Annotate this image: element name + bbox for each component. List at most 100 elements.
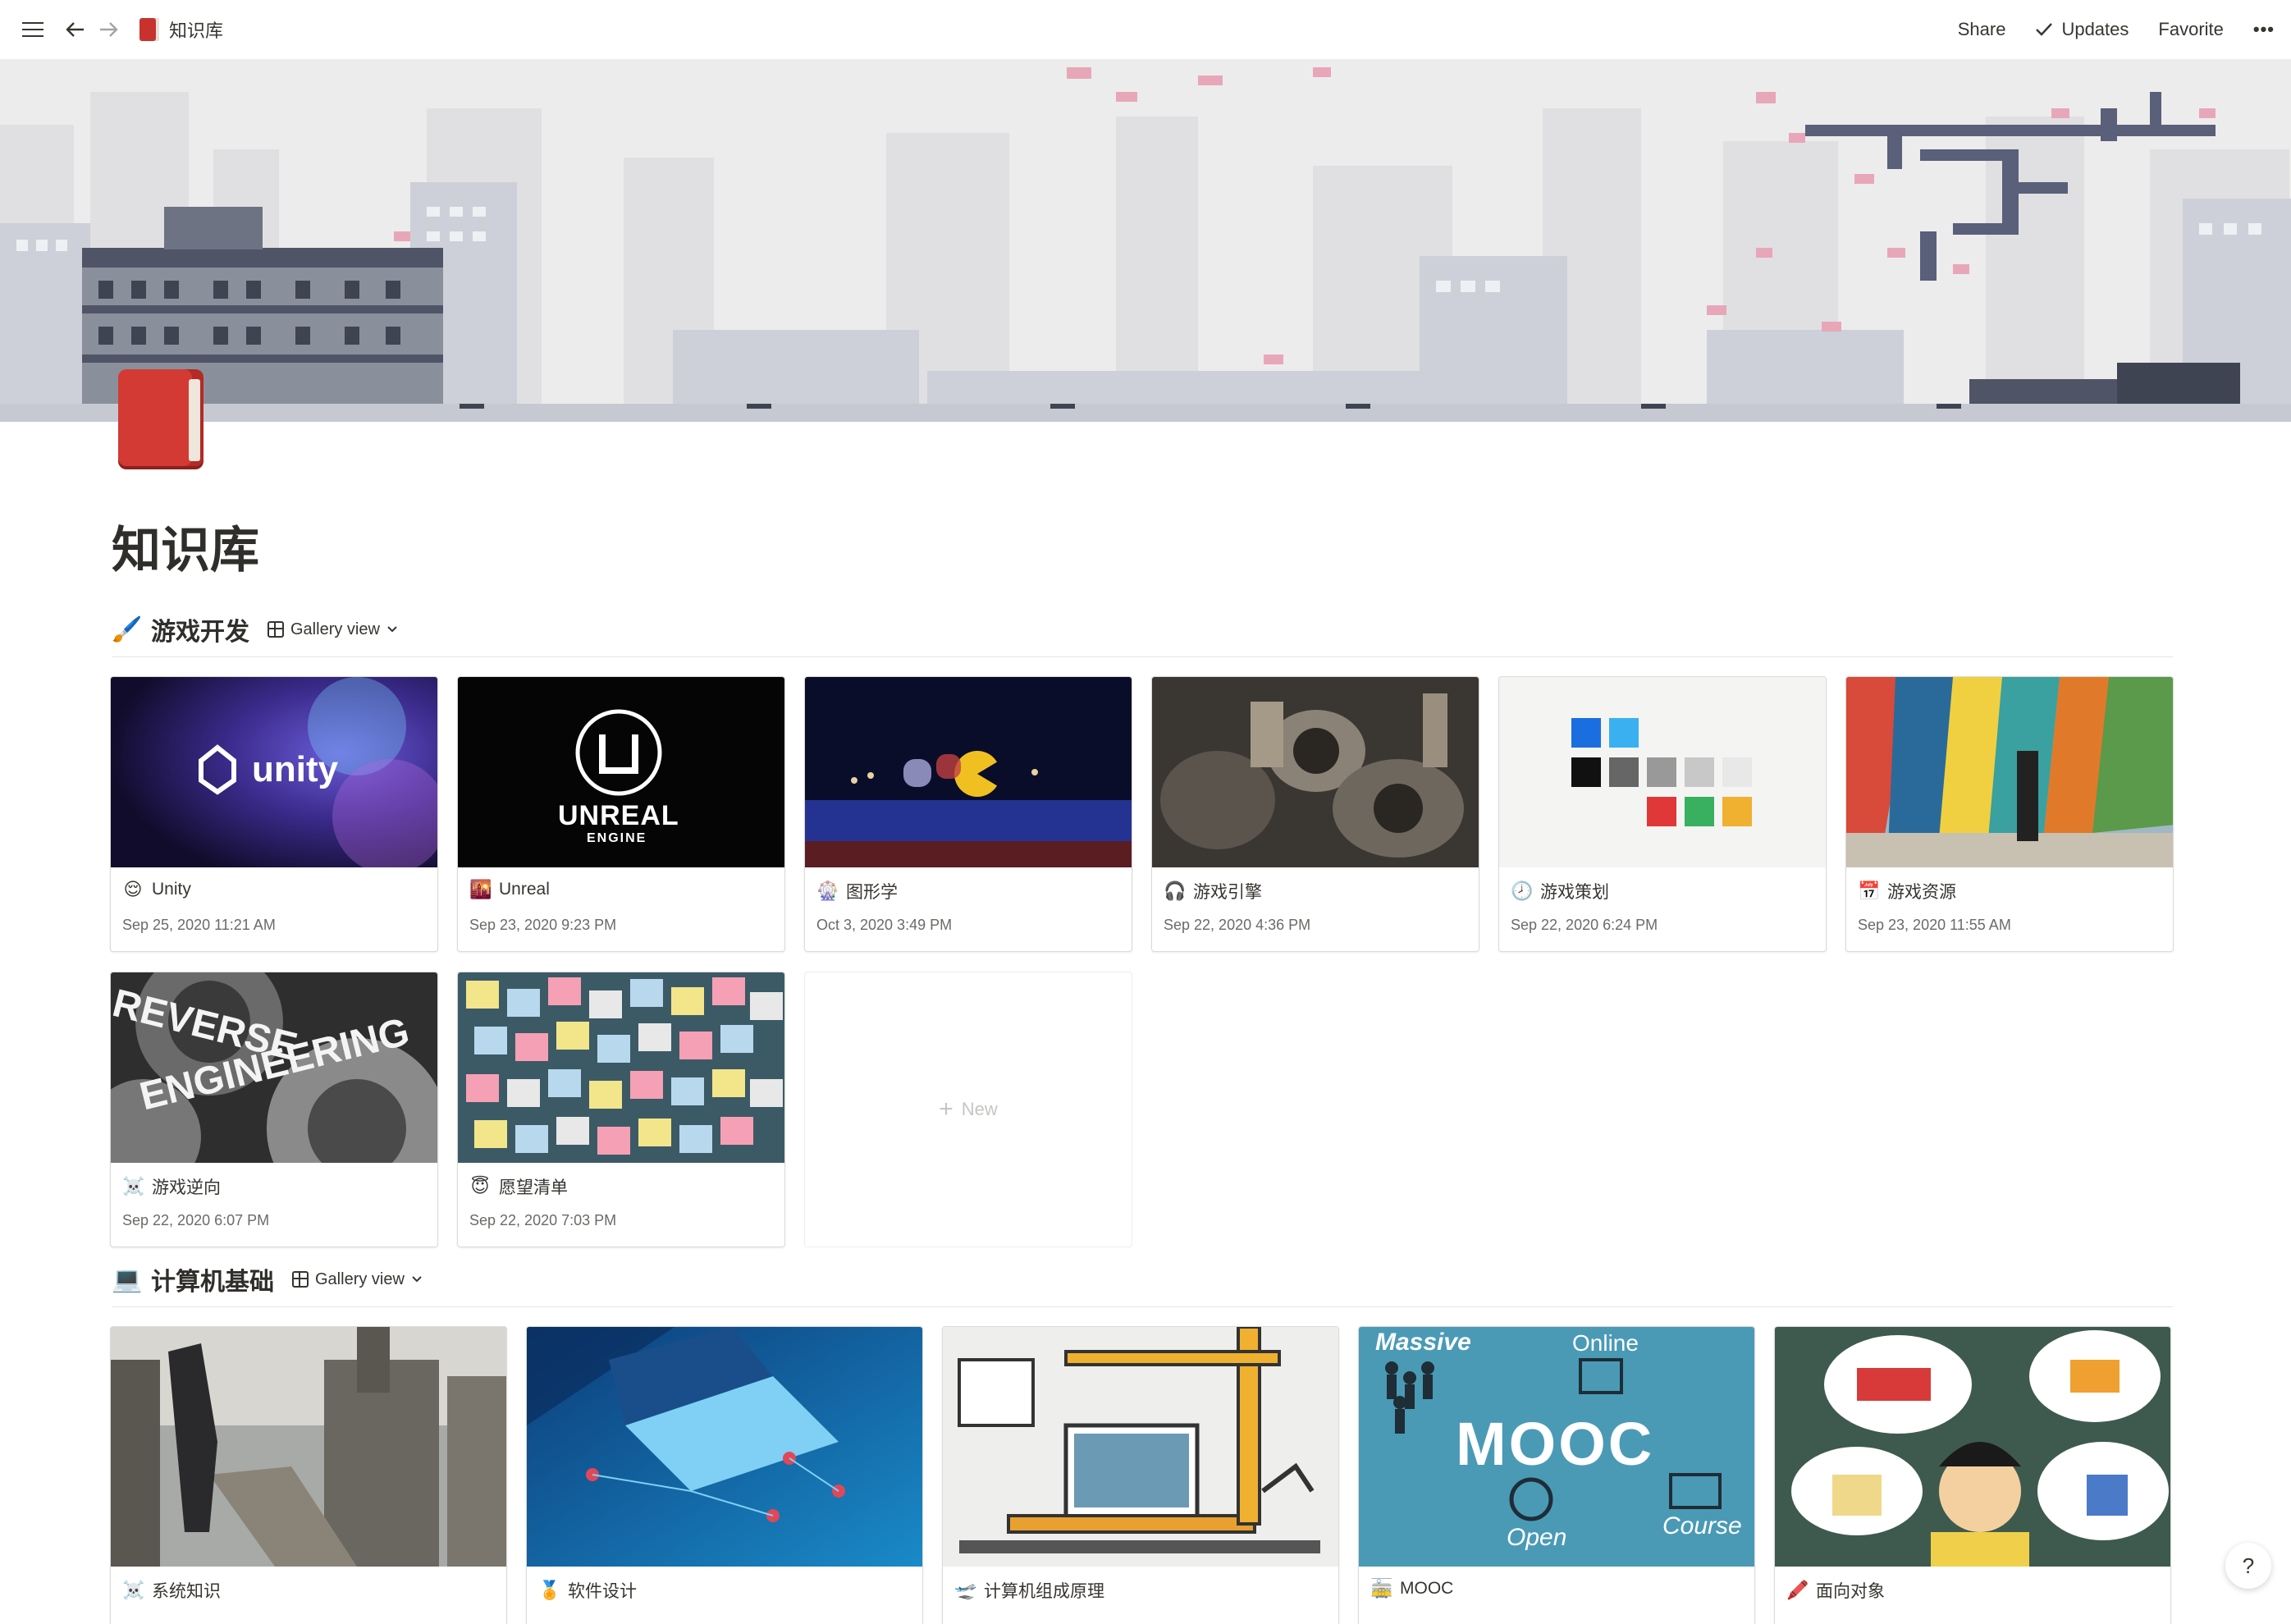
new-label: New [961, 1099, 998, 1119]
card-title: 面向对象 [1816, 1582, 1885, 1601]
card-title: 软件设计 [568, 1582, 637, 1601]
gallery-card[interactable]: 😇 愿望清单 Sep 22, 2020 7:03 PM [457, 972, 785, 1247]
back-arrow-icon[interactable] [59, 13, 92, 46]
card-title: Unreal [499, 880, 550, 899]
calendar-icon: 📅 [1858, 881, 1881, 901]
chevron-down-icon [387, 626, 397, 633]
card-cover-image: REVERSE ENGINEERING [111, 972, 437, 1163]
tram-icon: 🚋 [1370, 1578, 1393, 1599]
card-cover-image [1775, 1327, 2170, 1567]
card-cover-image [458, 972, 784, 1163]
gallery-card[interactable]: 🏅 软件设计 [526, 1326, 923, 1624]
card-title: 计算机组成原理 [984, 1582, 1104, 1601]
gallery-card[interactable]: 🖍️ 面向对象 [1774, 1326, 2171, 1624]
gallery-card[interactable]: unity 😌 Unity Sep 25, 2020 11:21 AM [110, 676, 438, 952]
card-title: 游戏引擎 [1193, 883, 1262, 902]
airplane-departure-icon: 🛫 [954, 1580, 977, 1600]
menu-icon[interactable] [16, 13, 49, 46]
medal-icon: 🏅 [538, 1580, 561, 1600]
help-button[interactable]: ? [2225, 1543, 2271, 1589]
card-title: 游戏资源 [1887, 883, 1956, 902]
card-cover-image [1846, 677, 2173, 867]
card-cover-image [943, 1327, 1338, 1567]
view-label: Gallery view [290, 620, 380, 638]
section-title[interactable]: 计算机基础 [151, 1261, 274, 1297]
mooc-open-text: Open [1507, 1524, 1567, 1551]
book-icon [139, 18, 159, 41]
mooc-course-text: Course [1662, 1512, 1742, 1539]
card-title: 图形学 [846, 883, 898, 902]
more-options-button[interactable]: ••• [2253, 19, 2275, 40]
gallery-card[interactable]: 🎧 游戏引擎 Sep 22, 2020 4:36 PM [1151, 676, 1479, 952]
card-title: 游戏策划 [1540, 883, 1609, 902]
gallery-view-dropdown[interactable]: Gallery view [268, 620, 398, 639]
new-card-button[interactable]: + New [804, 972, 1132, 1247]
section-divider [112, 1306, 2173, 1307]
card-date: Sep 22, 2020 7:03 PM [469, 1212, 617, 1228]
laptop-icon: 💻 [112, 1265, 143, 1293]
gallery-grid-icon [268, 621, 284, 638]
card-cover-image: Massive Online MOOC Open Course [1359, 1327, 1754, 1567]
page-cover[interactable] [0, 59, 2291, 422]
gallery-card[interactable]: 📅 游戏资源 Sep 23, 2020 11:55 AM [1845, 676, 2174, 952]
gallery-card[interactable]: 🛫 计算机组成原理 [942, 1326, 1339, 1624]
skull-crossbones-icon: ☠️ [122, 1176, 145, 1196]
favorite-button[interactable]: Favorite [2158, 19, 2223, 40]
card-cover-image [805, 677, 1132, 867]
clock-icon: 🕗 [1511, 881, 1534, 901]
gallery-card[interactable]: 🎡 图形学 Oct 3, 2020 3:49 PM [804, 676, 1132, 952]
card-cover-image [111, 1327, 506, 1567]
card-cover-image: unity [111, 677, 437, 867]
share-button[interactable]: Share [1958, 19, 2006, 40]
crayon-icon: 🖍️ [1786, 1580, 1809, 1600]
mooc-title-text: MOOC [1456, 1410, 1655, 1478]
card-date: Sep 23, 2020 11:55 AM [1858, 917, 2011, 933]
card-cover-image [1152, 677, 1479, 867]
card-title: MOOC [1400, 1579, 1454, 1598]
gallery-card[interactable]: 🕗 游戏策划 Sep 22, 2020 6:24 PM [1498, 676, 1827, 952]
section-divider [112, 656, 2173, 657]
gallery-card[interactable]: Massive Online MOOC Open Course 🚋 MOOC [1358, 1326, 1755, 1624]
card-date: Oct 3, 2020 3:49 PM [816, 917, 953, 933]
card-title: 游戏逆向 [152, 1178, 221, 1197]
card-date: Sep 22, 2020 4:36 PM [1164, 917, 1311, 933]
breadcrumb[interactable]: 知识库 [139, 16, 223, 43]
section-title[interactable]: 游戏开发 [151, 611, 249, 647]
sunset-city-icon: 🌇 [469, 879, 492, 899]
view-label: Gallery view [315, 1269, 405, 1288]
relieved-face-icon: 😌 [123, 879, 143, 899]
card-date: Sep 22, 2020 6:07 PM [122, 1212, 270, 1228]
card-title: 系统知识 [152, 1582, 221, 1601]
topbar: 知识库 Share Updates Favorite ••• [0, 0, 2291, 59]
paintbrush-icon: 🖌️ [112, 615, 143, 643]
gallery-grid-icon [292, 1271, 309, 1288]
card-cover-image: UNREAL ENGINE [458, 677, 784, 867]
plus-icon: + [939, 1096, 953, 1123]
gallery-card[interactable]: ☠️ 系统知识 [110, 1326, 507, 1624]
unity-logo-text: unity [252, 749, 339, 789]
card-date: Sep 22, 2020 6:24 PM [1511, 917, 1658, 933]
card-date: Sep 23, 2020 9:23 PM [469, 917, 617, 933]
mooc-online-text: Online [1572, 1330, 1639, 1356]
gallery-card[interactable]: UNREAL ENGINE 🌇 Unreal Sep 23, 2020 9:23… [457, 676, 785, 952]
ferris-wheel-icon: 🎡 [816, 881, 839, 901]
page-title[interactable]: 知识库 [112, 510, 259, 582]
mooc-massive-text: Massive [1375, 1329, 1471, 1356]
card-title: Unity [152, 880, 191, 899]
checkmark-icon [2036, 23, 2053, 36]
unreal-engine-text: ENGINE [587, 831, 647, 845]
halo-face-icon: 😇 [470, 1176, 490, 1196]
forward-arrow-icon[interactable] [92, 13, 125, 46]
section-header-game-dev: 🖌️ 游戏开发 Gallery view [112, 611, 398, 648]
updates-button[interactable]: Updates [2035, 19, 2129, 40]
gallery-view-dropdown[interactable]: Gallery view [292, 1270, 423, 1289]
gallery-card[interactable]: REVERSE ENGINEERING ☠️ 游戏逆向 Sep 22, 2020… [110, 972, 438, 1247]
skull-crossbones-icon: ☠️ [122, 1580, 145, 1600]
chevron-down-icon [412, 1276, 422, 1283]
section-header-cs-basics: 💻 计算机基础 Gallery view [112, 1260, 423, 1298]
card-cover-image [527, 1327, 922, 1567]
card-cover-image [1499, 677, 1826, 867]
card-title: 愿望清单 [499, 1178, 568, 1197]
unreal-logo-text: UNREAL [558, 800, 679, 831]
page-book-icon[interactable] [112, 366, 210, 471]
